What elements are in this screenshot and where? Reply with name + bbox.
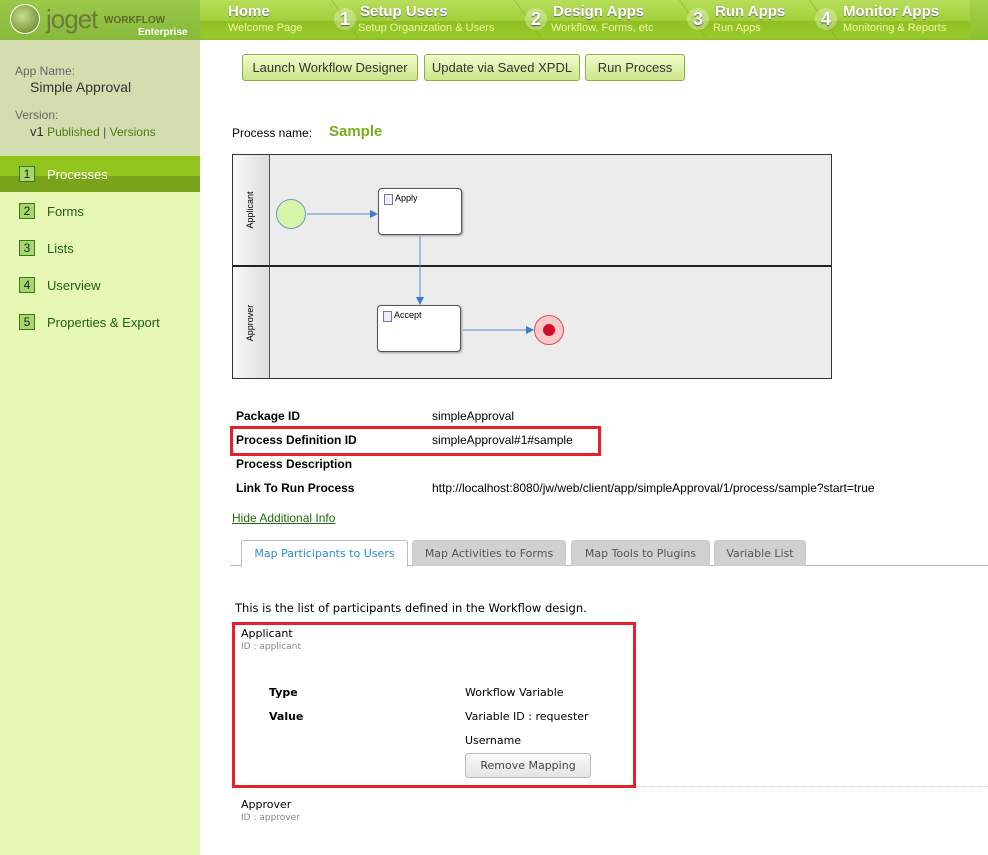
item-label: Lists	[47, 241, 74, 256]
tab-map-participants[interactable]: Map Participants to Users	[241, 540, 408, 567]
sidebar-item-userview[interactable]: 4 Userview	[0, 267, 200, 303]
logo-workflow: WORKFLOW	[104, 15, 166, 26]
info-label: Link To Run Process	[236, 481, 355, 495]
nav-sub: Run Apps	[713, 22, 761, 34]
info-label: Process Description	[236, 457, 353, 471]
version-row: v1 Published | Versions	[30, 124, 156, 139]
update-xpdl-button[interactable]: Update via Saved XPDL	[424, 54, 580, 81]
sidebar-item-processes[interactable]: 1 Processes	[0, 156, 200, 192]
published-link[interactable]: Published	[47, 125, 100, 139]
nav-sub: Monitoring & Reports	[843, 22, 947, 34]
run-process-button[interactable]: Run Process	[585, 54, 685, 81]
flow-arrows	[307, 210, 534, 334]
sidebar-item-lists[interactable]: 3 Lists	[0, 230, 200, 266]
top-nav: Home Welcome Page 1 Setup Users Setup Organ…	[200, 0, 970, 38]
nav-sub: Setup Organization & Users	[358, 22, 495, 34]
nav-title: Home	[228, 3, 270, 20]
item-number: 4	[19, 277, 35, 293]
nav-title: Run Apps	[715, 3, 786, 20]
item-label: Processes	[47, 167, 108, 182]
item-label: Userview	[47, 278, 101, 293]
version-number: v1	[30, 124, 44, 139]
item-number: 3	[19, 240, 35, 256]
highlight-box	[230, 426, 601, 456]
process-name-label: Process name:	[232, 126, 313, 140]
version-label: Version:	[15, 108, 59, 122]
separator: |	[103, 125, 107, 139]
logo-edition: Enterprise	[138, 27, 188, 38]
process-name: Sample	[329, 123, 383, 140]
participant-name: Approver	[241, 798, 292, 811]
app-name-label: App Name:	[15, 64, 76, 78]
divider	[636, 786, 988, 787]
step-number: 3	[687, 8, 709, 30]
run-process-link[interactable]: http://localhost:8080/jw/web/client/app/…	[432, 481, 875, 495]
tab-map-activities[interactable]: Map Activities to Forms	[412, 540, 566, 566]
item-label: Forms	[47, 204, 84, 219]
versions-link[interactable]: Versions	[110, 125, 156, 139]
app-info: App Name: Simple Approval Version: v1 Pu…	[0, 40, 200, 156]
process-diagram[interactable]: Applicant Approver Apply Accept	[232, 154, 832, 379]
nav-title: Setup Users	[360, 3, 448, 20]
info-label: Package ID	[236, 409, 301, 423]
logo-icon	[10, 4, 40, 34]
sidebar-item-properties-export[interactable]: 5 Properties & Export	[0, 304, 200, 340]
step-number: 4	[815, 8, 837, 30]
tab-variable-list[interactable]: Variable List	[714, 540, 806, 566]
step-number: 1	[334, 8, 356, 30]
hide-additional-info-link[interactable]: Hide Additional Info	[232, 511, 335, 525]
nav-title: Design Apps	[553, 3, 645, 20]
participant-id: ID : approver	[241, 813, 300, 823]
logo-brand: joget	[46, 4, 98, 34]
item-number: 5	[19, 314, 35, 330]
sidebar-item-forms[interactable]: 2 Forms	[0, 193, 200, 229]
item-label: Properties & Export	[47, 315, 160, 330]
item-number: 1	[19, 166, 35, 182]
step-number: 2	[525, 8, 547, 30]
info-value: simpleApproval	[432, 409, 515, 423]
nav-sub: Workflow, Forms, etc	[551, 22, 654, 34]
nav-title: Monitor Apps	[843, 3, 940, 20]
nav-sub: Welcome Page	[228, 22, 303, 34]
tab-map-tools[interactable]: Map Tools to Plugins	[571, 540, 710, 566]
highlight-box	[232, 622, 636, 788]
joget-logo[interactable]: joget WORKFLOW Enterprise	[0, 0, 200, 40]
item-number: 2	[19, 203, 35, 219]
app-name: Simple Approval	[30, 79, 132, 95]
launch-workflow-designer-button[interactable]: Launch Workflow Designer	[242, 54, 418, 81]
participants-intro: This is the list of participants defined…	[235, 601, 587, 615]
